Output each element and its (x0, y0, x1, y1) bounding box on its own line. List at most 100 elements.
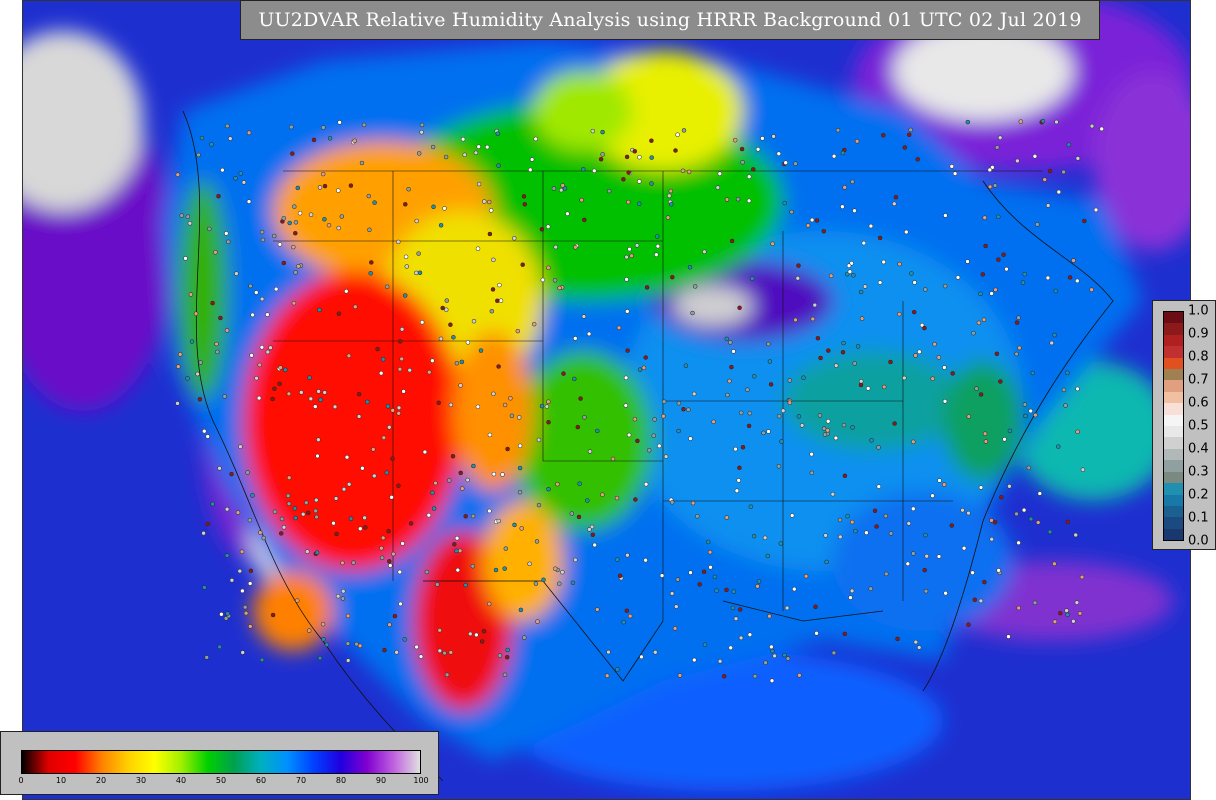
observation-dot (442, 650, 447, 656)
observation-dot (321, 125, 326, 130)
observation-dot (286, 475, 292, 480)
observation-dot (801, 375, 806, 380)
observation-dot (835, 127, 841, 133)
observation-dot (632, 149, 638, 154)
observation-dot (386, 528, 391, 534)
observation-dot (663, 454, 669, 459)
observation-dot (1016, 540, 1021, 546)
observation-dot (987, 167, 993, 173)
observation-dot (649, 138, 654, 143)
observation-dot (307, 375, 312, 380)
observation-dot (1047, 529, 1053, 535)
observation-dot (448, 402, 454, 408)
observation-dot (1015, 158, 1020, 164)
observation-dot (1028, 408, 1033, 414)
observation-dot (1030, 370, 1036, 376)
observation-dot (731, 589, 737, 594)
observation-dot (291, 300, 297, 306)
observation-dot (502, 566, 507, 571)
observation-dot (497, 653, 503, 658)
observation-dot (822, 432, 828, 437)
observation-dot (1079, 574, 1085, 580)
observation-dot (924, 553, 929, 559)
observation-dot (598, 156, 604, 162)
observation-dot (360, 466, 365, 471)
observation-dot (463, 514, 468, 519)
observation-dot (851, 273, 856, 278)
observation-dot (626, 432, 632, 438)
observation-dot (1016, 605, 1021, 611)
observation-dot (695, 514, 700, 519)
observation-dot (942, 365, 947, 370)
observation-dot (681, 406, 686, 412)
observation-dot (545, 224, 551, 229)
observation-dot (418, 654, 424, 659)
observation-dot (1071, 619, 1076, 624)
observation-dot (471, 318, 477, 324)
observation-dot (254, 290, 259, 295)
observation-dot (1045, 203, 1051, 208)
observation-dot (994, 351, 1000, 357)
observation-dot (1026, 465, 1032, 471)
observation-dot (917, 349, 922, 355)
observation-dot (345, 658, 351, 663)
observation-dot (238, 171, 243, 176)
observation-dot (966, 622, 971, 627)
observation-dot (336, 225, 341, 231)
observation-dot (396, 411, 401, 416)
observation-dot (966, 414, 972, 419)
observation-dot (853, 528, 858, 534)
observation-dot (833, 363, 839, 368)
observation-dot (803, 573, 809, 579)
observation-dot (830, 491, 836, 497)
observation-dot (669, 202, 674, 207)
observation-dot (529, 157, 535, 162)
observation-dot (258, 530, 263, 535)
observation-dot (202, 585, 207, 590)
observation-dot (414, 644, 419, 650)
observation-dot (733, 446, 738, 452)
observation-dot (442, 206, 447, 211)
observation-dot (446, 478, 452, 483)
legend-color-step (1164, 471, 1183, 484)
observation-dot (755, 147, 761, 152)
observation-dot (270, 612, 276, 618)
observation-dot (210, 300, 215, 306)
observation-dot (214, 341, 219, 347)
legend-color-step (1164, 460, 1183, 472)
observation-dot (1073, 532, 1078, 538)
observation-dot (590, 128, 596, 134)
observation-dot (850, 179, 855, 185)
observation-dot (575, 424, 581, 430)
observation-dot (1093, 207, 1099, 213)
observation-dot (595, 428, 600, 434)
observation-dot (486, 601, 492, 607)
observation-dot (737, 305, 742, 311)
observation-dot (426, 512, 432, 518)
observation-dot (841, 340, 846, 346)
legend-tick-label: 0.0 (1188, 533, 1209, 549)
observation-dot (379, 545, 384, 551)
observation-dot (809, 217, 815, 223)
observation-dot (625, 309, 630, 314)
observation-dot (784, 605, 790, 611)
observation-dot (419, 122, 425, 128)
observation-dot (557, 581, 562, 586)
observation-dot (906, 521, 912, 526)
observation-dot (462, 152, 467, 158)
observation-dot (625, 552, 630, 558)
observation-dot (293, 230, 298, 236)
observation-dot (892, 201, 897, 207)
observation-dot (248, 568, 254, 574)
observation-dot (491, 391, 496, 397)
southwest-dry-region (243, 271, 463, 571)
observation-dot (470, 563, 476, 569)
observation-dot (888, 359, 893, 365)
observation-dot (824, 559, 829, 565)
observation-dot (908, 127, 913, 133)
observation-dot (1017, 345, 1022, 351)
observation-dot (1002, 437, 1007, 442)
observation-dot (240, 588, 245, 594)
observation-dot (770, 241, 775, 247)
observation-dot (504, 654, 510, 660)
